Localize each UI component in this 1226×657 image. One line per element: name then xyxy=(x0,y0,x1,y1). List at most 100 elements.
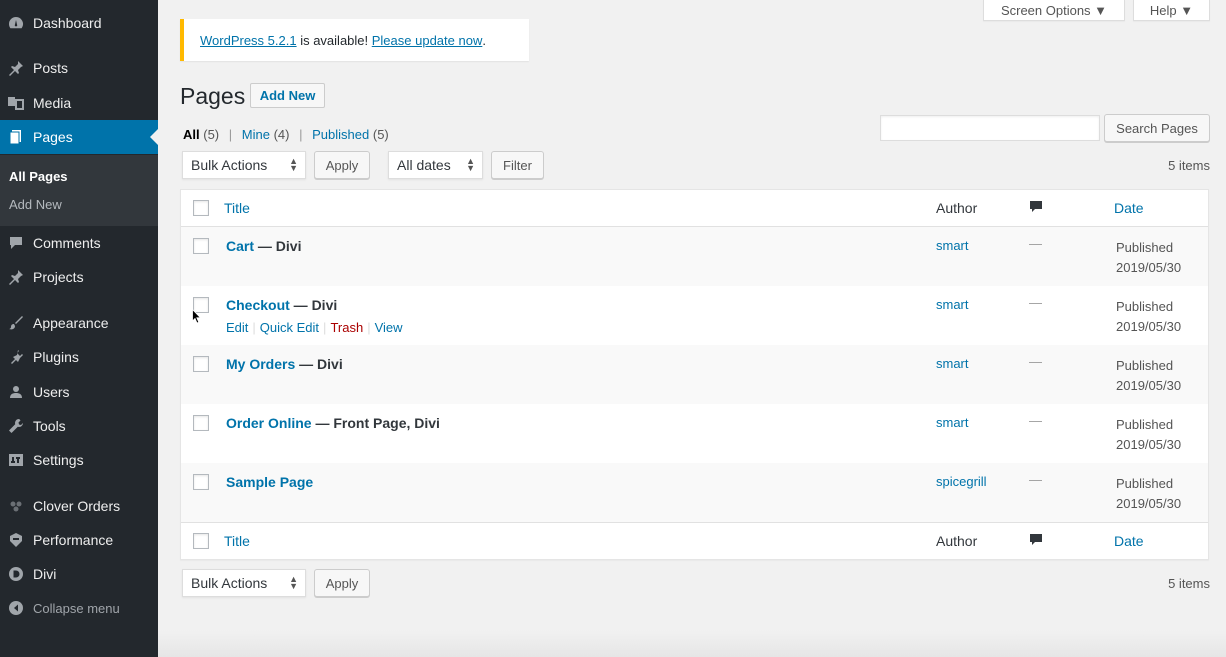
select-arrows-icon: ▲ ▼ xyxy=(289,574,298,591)
edit-link[interactable]: Edit xyxy=(226,320,248,335)
comment-bubble-icon xyxy=(1029,533,1043,550)
action-separator: | xyxy=(367,320,371,335)
author-link[interactable]: smart xyxy=(936,415,969,430)
row-checkbox[interactable] xyxy=(193,415,209,431)
all-dates-value: All dates xyxy=(397,157,451,173)
bulk-actions-select-top[interactable]: Bulk Actions ▲ ▼ xyxy=(182,151,306,179)
users-icon xyxy=(6,384,26,400)
bulk-actions-value: Bulk Actions xyxy=(191,157,268,173)
menu-label: Plugins xyxy=(33,349,79,365)
publish-date: 2019/05/30 xyxy=(1116,378,1182,393)
page-title-link[interactable]: Cart xyxy=(226,238,254,254)
view-published-count: (5) xyxy=(372,127,389,142)
bulk-actions-select-bottom[interactable]: Bulk Actions ▲ ▼ xyxy=(182,569,306,597)
search-pages-button[interactable]: Search Pages xyxy=(1104,114,1210,142)
bulk-actions-value: Bulk Actions xyxy=(191,575,268,591)
status-views: All (5) | Mine (4) | Published (5) xyxy=(183,127,389,142)
menu-item-dashboard[interactable]: Dashboard xyxy=(0,6,158,40)
column-date-header[interactable]: Date xyxy=(1114,200,1144,216)
comments-count: — xyxy=(1029,413,1042,428)
comments-count: — xyxy=(1029,236,1042,251)
quick-edit-link[interactable]: Quick Edit xyxy=(260,320,319,335)
author-link[interactable]: smart xyxy=(936,297,969,312)
wrench-icon xyxy=(6,418,26,434)
row-actions: Edit | Quick Edit | Trash | View xyxy=(226,320,403,335)
column-date-header[interactable]: Date xyxy=(1114,533,1144,549)
select-all-checkbox[interactable] xyxy=(193,200,209,216)
views-separator: | xyxy=(299,127,303,142)
update-notice: WordPress 5.2.1 is available! Please upd… xyxy=(180,19,529,61)
view-link[interactable]: View xyxy=(375,320,403,335)
settings-icon xyxy=(6,452,26,468)
menu-label: Dashboard xyxy=(33,15,102,31)
row-date: Published 2019/05/30 xyxy=(1116,356,1181,396)
screen-options-button[interactable]: Screen Options ▼ xyxy=(983,0,1125,21)
page-title-link[interactable]: Checkout xyxy=(226,297,290,313)
search-input[interactable] xyxy=(880,115,1100,141)
table-row: Cart — Divi smart — Published 2019/05/30 xyxy=(181,227,1208,286)
author-link[interactable]: smart xyxy=(936,356,969,371)
collapse-menu-button[interactable]: Collapse menu xyxy=(0,591,158,625)
help-button[interactable]: Help ▼ xyxy=(1133,0,1210,21)
update-now-link[interactable]: Please update now xyxy=(372,33,483,48)
submenu-all-pages[interactable]: All Pages xyxy=(9,169,68,184)
row-checkbox[interactable] xyxy=(193,474,209,490)
menu-item-projects[interactable]: Projects xyxy=(0,260,158,294)
trash-link[interactable]: Trash xyxy=(330,320,363,335)
page-title-link[interactable]: Order Online xyxy=(226,415,312,431)
row-title: Sample Page xyxy=(226,474,313,490)
menu-item-plugins[interactable]: Plugins xyxy=(0,340,158,374)
comments-count: — xyxy=(1029,295,1042,310)
view-mine-count: (4) xyxy=(273,127,290,142)
view-all-label[interactable]: All xyxy=(183,127,200,142)
select-arrows-icon: ▲ ▼ xyxy=(466,156,475,173)
menu-item-divi[interactable]: Divi xyxy=(0,557,158,591)
menu-item-posts[interactable]: Posts xyxy=(0,51,158,85)
menu-item-clover-orders[interactable]: Clover Orders xyxy=(0,489,158,523)
author-link[interactable]: smart xyxy=(936,238,969,253)
table-row: My Orders — Divi smart — Published 2019/… xyxy=(181,345,1208,404)
apply-button-top[interactable]: Apply xyxy=(314,151,370,179)
page-state: — Front Page, Divi xyxy=(311,415,440,431)
table-row: Sample Page spicegrill — Published 2019/… xyxy=(181,463,1208,522)
author-link[interactable]: spicegrill xyxy=(936,474,987,489)
menu-item-users[interactable]: Users xyxy=(0,375,158,409)
menu-item-appearance[interactable]: Appearance xyxy=(0,306,158,340)
row-date: Published 2019/05/30 xyxy=(1116,474,1181,514)
select-all-checkbox[interactable] xyxy=(193,533,209,549)
menu-item-tools[interactable]: Tools xyxy=(0,409,158,443)
row-title: Order Online — Front Page, Divi xyxy=(226,415,440,431)
publish-status: Published xyxy=(1116,476,1174,491)
submenu-add-new[interactable]: Add New xyxy=(9,197,62,212)
menu-item-media[interactable]: Media xyxy=(0,86,158,120)
view-published-link[interactable]: Published xyxy=(312,127,369,142)
publish-date: 2019/05/30 xyxy=(1116,319,1182,334)
column-title-header[interactable]: Title xyxy=(224,533,250,549)
row-checkbox[interactable] xyxy=(193,238,209,254)
apply-button-bottom[interactable]: Apply xyxy=(314,569,370,597)
add-new-button[interactable]: Add New xyxy=(250,83,325,108)
page-bottom-fade xyxy=(158,630,1226,657)
page-title-link[interactable]: Sample Page xyxy=(226,474,313,490)
publish-status: Published xyxy=(1116,299,1174,314)
date-filter-select[interactable]: All dates ▲ ▼ xyxy=(388,151,483,179)
filter-button[interactable]: Filter xyxy=(491,151,544,179)
menu-label: Tools xyxy=(33,418,66,434)
menu-item-settings[interactable]: Settings xyxy=(0,443,158,477)
pin-icon xyxy=(6,60,26,76)
table-row: Order Online — Front Page, Divi smart — … xyxy=(181,404,1208,463)
admin-sidebar: Dashboard Posts Media Pages All Pages Ad… xyxy=(0,0,158,657)
menu-item-comments[interactable]: Comments xyxy=(0,226,158,260)
publish-date: 2019/05/30 xyxy=(1116,496,1182,511)
page-title-link[interactable]: My Orders xyxy=(226,356,295,372)
menu-item-pages[interactable]: Pages xyxy=(0,120,158,154)
column-title-header[interactable]: Title xyxy=(224,200,250,216)
plugin-icon xyxy=(6,349,26,365)
pages-submenu: All Pages Add New xyxy=(0,155,158,226)
menu-label: Performance xyxy=(33,532,114,548)
menu-label: Posts xyxy=(33,60,69,76)
view-mine-link[interactable]: Mine xyxy=(242,127,270,142)
row-checkbox[interactable] xyxy=(193,356,209,372)
menu-item-performance[interactable]: Performance xyxy=(0,523,158,557)
wordpress-version-link[interactable]: WordPress 5.2.1 xyxy=(200,33,297,48)
